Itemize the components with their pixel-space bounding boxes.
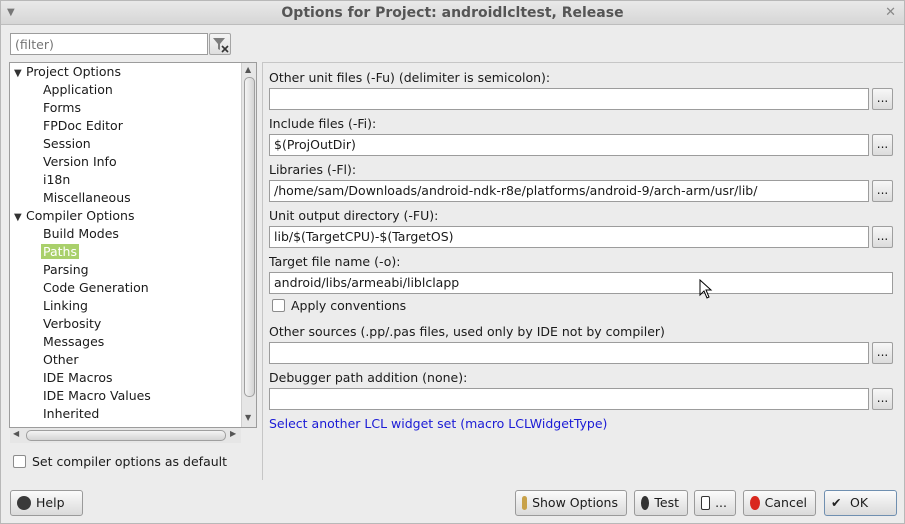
options-dialog: ▼ Options for Project: androidlcltest, R… xyxy=(0,0,905,524)
libraries-browse-button[interactable]: ... xyxy=(872,180,893,202)
scroll-down-icon[interactable]: ▼ xyxy=(245,413,251,422)
tree-item-session[interactable]: Session xyxy=(43,135,91,153)
tree-vertical-scrollbar[interactable]: ▲ ▼ xyxy=(241,63,256,427)
close-icon[interactable]: ✕ xyxy=(885,1,896,25)
tree-item-paths[interactable]: Paths xyxy=(41,243,79,261)
show-options-button[interactable]: Show Options xyxy=(515,490,627,516)
options-tree[interactable]: ▼ Project Options Application Forms FPDoc… xyxy=(9,62,257,428)
tree-horizontal-scrollbar[interactable]: ◀ ▶ xyxy=(10,428,241,443)
debugger-path-browse-button[interactable]: ... xyxy=(872,388,893,410)
other-unit-files-browse-button[interactable]: ... xyxy=(872,88,893,110)
tree-item-ide-macros[interactable]: IDE Macros xyxy=(43,369,113,387)
help-icon xyxy=(17,496,31,510)
filter-clear-icon xyxy=(213,38,229,53)
expand-arrow-icon[interactable]: ▼ xyxy=(14,65,26,83)
unit-output-browse-button[interactable]: ... xyxy=(872,226,893,248)
export-icon xyxy=(701,496,711,510)
other-sources-label: Other sources (.pp/.pas files, used only… xyxy=(269,324,665,339)
scroll-left-icon[interactable]: ◀ xyxy=(13,429,19,438)
libraries-label: Libraries (-Fl): xyxy=(269,162,357,177)
tree-item-build-modes[interactable]: Build Modes xyxy=(43,225,119,243)
target-file-field[interactable]: android/libs/armeabi/liblclapp xyxy=(269,272,893,294)
other-unit-files-field[interactable] xyxy=(269,88,869,110)
test-button[interactable]: Test xyxy=(634,490,688,516)
tree-item-forms[interactable]: Forms xyxy=(43,99,81,117)
unit-output-field[interactable]: lib/$(TargetCPU)-$(TargetOS) xyxy=(269,226,869,248)
tree-item-miscellaneous[interactable]: Miscellaneous xyxy=(43,189,131,207)
other-sources-browse-button[interactable]: ... xyxy=(872,342,893,364)
tree-item-verbosity[interactable]: Verbosity xyxy=(43,315,101,333)
tree-item-code-generation[interactable]: Code Generation xyxy=(43,279,149,297)
tree-item-ide-macro-values[interactable]: IDE Macro Values xyxy=(43,387,151,405)
include-files-field[interactable]: $(ProjOutDir) xyxy=(269,134,869,156)
set-default-checkbox[interactable]: Set compiler options as default xyxy=(13,453,227,471)
show-options-icon xyxy=(522,496,528,510)
export-button[interactable]: ... xyxy=(694,490,736,516)
tree-item-application[interactable]: Application xyxy=(43,81,113,99)
checkbox-box[interactable] xyxy=(272,299,285,312)
cancel-button[interactable]: Cancel xyxy=(743,490,816,516)
cancel-icon xyxy=(750,496,760,510)
lcl-widget-set-link[interactable]: Select another LCL widget set (macro LCL… xyxy=(269,416,607,432)
tree-group-compiler-options[interactable]: ▼ Compiler Options xyxy=(14,207,134,225)
unit-output-label: Unit output directory (-FU): xyxy=(269,208,439,223)
checkbox-box[interactable] xyxy=(13,455,26,468)
tree-item-i18n[interactable]: i18n xyxy=(43,171,70,189)
scroll-right-icon[interactable]: ▶ xyxy=(230,429,236,438)
include-files-label: Include files (-Fi): xyxy=(269,116,377,131)
tree-item-linking[interactable]: Linking xyxy=(43,297,88,315)
scroll-thumb[interactable] xyxy=(26,430,226,441)
target-file-label: Target file name (-o): xyxy=(269,254,401,269)
tree-item-messages[interactable]: Messages xyxy=(43,333,104,351)
tree-item-version-info[interactable]: Version Info xyxy=(43,153,117,171)
tree-item-parsing[interactable]: Parsing xyxy=(43,261,89,279)
libraries-field[interactable]: /home/sam/Downloads/android-ndk-r8e/plat… xyxy=(269,180,869,202)
include-files-browse-button[interactable]: ... xyxy=(872,134,893,156)
checkmark-icon: ✔ xyxy=(831,495,842,510)
check-circle-icon xyxy=(641,496,650,510)
tree-group-project-options[interactable]: ▼ Project Options xyxy=(14,63,121,81)
tree-item-other[interactable]: Other xyxy=(43,351,79,369)
debugger-path-field[interactable] xyxy=(269,388,869,410)
tree-item-inherited[interactable]: Inherited xyxy=(43,405,99,423)
filter-input[interactable] xyxy=(10,33,208,55)
window-title: Options for Project: androidlcltest, Rel… xyxy=(281,5,624,21)
other-unit-files-label: Other unit files (-Fu) (delimiter is sem… xyxy=(269,70,551,85)
expand-arrow-icon[interactable]: ▼ xyxy=(14,209,26,227)
other-sources-field[interactable] xyxy=(269,342,869,364)
clear-filter-button[interactable] xyxy=(209,33,231,55)
title-bar: ▼ Options for Project: androidlcltest, R… xyxy=(1,1,904,25)
apply-conventions-checkbox[interactable]: Apply conventions xyxy=(272,298,406,314)
debugger-path-label: Debugger path addition (none): xyxy=(269,370,468,385)
ok-button[interactable]: ✔ OK xyxy=(824,490,897,516)
mouse-pointer-icon xyxy=(699,279,713,299)
help-button[interactable]: Help xyxy=(10,490,83,516)
scroll-thumb[interactable] xyxy=(244,77,255,397)
scroll-up-icon[interactable]: ▲ xyxy=(245,65,251,74)
tree-item-fpdoc-editor[interactable]: FPDoc Editor xyxy=(43,117,123,135)
window-menu-icon[interactable]: ▼ xyxy=(7,1,15,25)
